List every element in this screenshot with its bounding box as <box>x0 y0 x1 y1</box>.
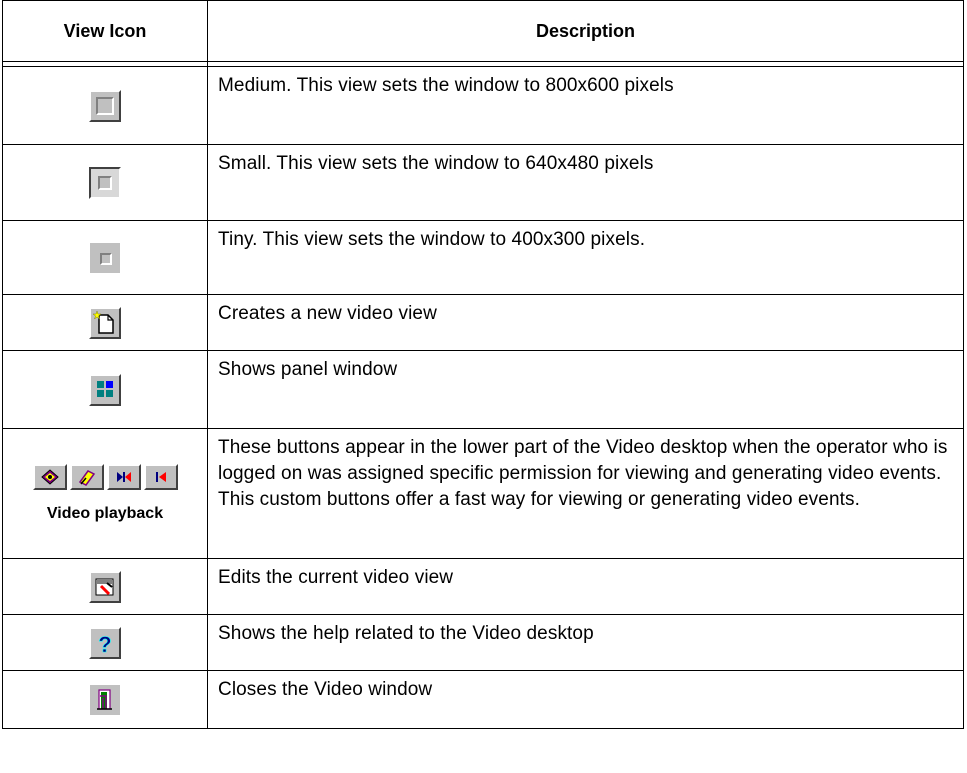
table-row: Shows panel window <box>2 350 964 429</box>
help-icon[interactable]: ? <box>89 626 121 659</box>
row-description: Tiny. This view sets the window to 400x3… <box>207 220 964 295</box>
table-row: Edits the current video view <box>2 558 964 615</box>
page: View Icon Description Medium. This view … <box>2 0 964 773</box>
skip-end-icon[interactable] <box>106 464 141 490</box>
table-row: Video playback These buttons appear in t… <box>2 428 964 559</box>
view-icon-table: View Icon Description Medium. This view … <box>2 0 964 729</box>
table-row: Small. This view sets the window to 640x… <box>2 144 964 221</box>
view-video-event-icon[interactable] <box>32 464 67 490</box>
header-view-icon: View Icon <box>2 0 208 62</box>
panel-window-icon[interactable] <box>89 373 121 406</box>
small-view-icon[interactable] <box>89 166 121 199</box>
table-row: Closes the Video window <box>2 670 964 729</box>
row-description: Creates a new video view <box>207 294 964 351</box>
table-row: ? Shows the help related to the Video de… <box>2 614 964 671</box>
skip-back-icon[interactable] <box>143 464 178 490</box>
row-description: Shows panel window <box>207 350 964 429</box>
table-row: Medium. This view sets the window to 800… <box>2 66 964 145</box>
table-header-row: View Icon Description <box>2 0 964 62</box>
row-description: These buttons appear in the lower part o… <box>207 428 964 559</box>
row-description: Edits the current video view <box>207 558 964 615</box>
table-row: Creates a new video view <box>2 294 964 351</box>
generate-video-event-icon[interactable] <box>69 464 104 490</box>
header-description: Description <box>207 0 964 62</box>
video-playback-buttons <box>32 464 178 490</box>
medium-view-icon[interactable] <box>89 89 121 122</box>
edit-video-view-icon[interactable] <box>89 570 121 603</box>
row-description: Medium. This view sets the window to 800… <box>207 66 964 145</box>
video-playback-label: Video playback <box>46 505 164 522</box>
row-description: Shows the help related to the Video desk… <box>207 614 964 671</box>
new-video-view-icon[interactable] <box>89 306 121 339</box>
tiny-view-icon[interactable] <box>90 242 120 273</box>
close-window-icon[interactable] <box>90 684 120 715</box>
row-description: Closes the Video window <box>207 670 964 729</box>
table-row: Tiny. This view sets the window to 400x3… <box>2 220 964 295</box>
svg-text:?: ? <box>98 632 111 657</box>
row-description: Small. This view sets the window to 640x… <box>207 144 964 221</box>
